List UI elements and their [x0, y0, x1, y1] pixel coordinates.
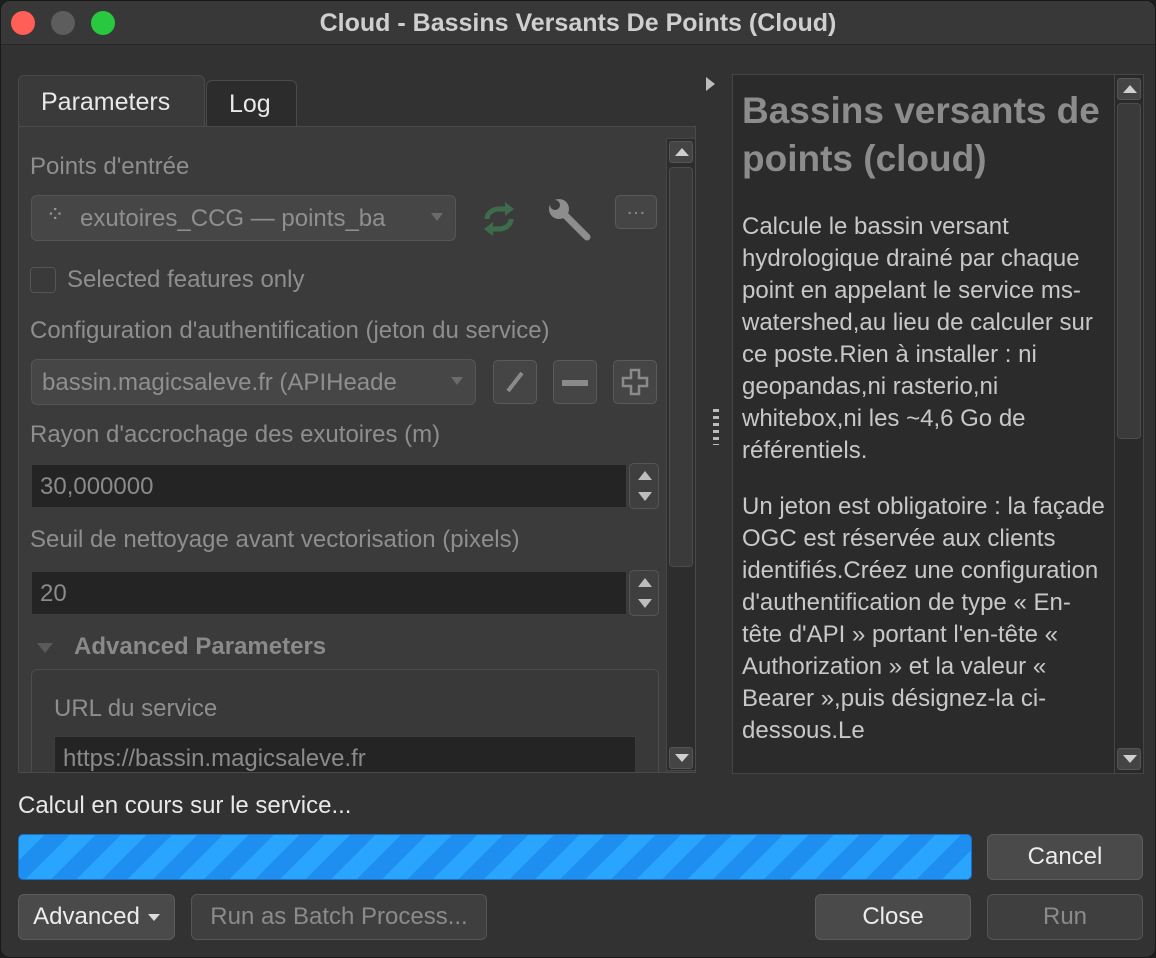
arrow-up-icon [1123, 85, 1137, 93]
input-points-label: Points d'entrée [30, 153, 190, 180]
scrollbar-thumb[interactable] [1117, 103, 1141, 439]
minus-icon [562, 380, 588, 387]
arrow-down-icon [1123, 755, 1137, 763]
service-url-input[interactable]: https://bassin.magicsaleve.fr [54, 736, 636, 772]
cleanup-threshold-stepper[interactable] [629, 570, 659, 616]
cleanup-threshold-label: Seuil de nettoyage avant vectorisation (… [30, 526, 520, 553]
scrollbar-thumb[interactable] [669, 167, 693, 567]
input-points-combo[interactable]: ⁘ exutoires_CCG — points_ba [31, 195, 456, 241]
status-text: Calcul en cours sur le service... [18, 792, 352, 819]
snap-radius-label: Rayon d'accrochage des exutoires (m) [30, 421, 441, 448]
advanced-button-label: Advanced [33, 903, 140, 930]
auth-config-combo[interactable]: bassin.magicsaleve.fr (APIHeade [31, 359, 476, 405]
advanced-parameters-group: URL du service https://bassin.magicsalev… [31, 669, 659, 772]
iterate-icon[interactable] [475, 197, 523, 241]
progress-bar [18, 834, 972, 880]
help-scrollbar[interactable] [1114, 75, 1143, 773]
increment-icon[interactable] [638, 578, 652, 587]
advanced-collapse-icon[interactable] [37, 643, 53, 653]
help-title: Bassins versants de points (cloud) [742, 90, 1100, 179]
point-layer-icon: ⁘ [46, 202, 65, 227]
tab-log[interactable]: Log [206, 80, 297, 126]
arrow-down-icon [675, 754, 689, 762]
help-panel: Bassins versants de points (cloud) Calcu… [732, 74, 1144, 774]
advanced-menu-button[interactable]: Advanced [18, 894, 175, 940]
close-button[interactable]: Close [815, 894, 971, 940]
plus-icon [620, 368, 650, 403]
parameters-scrollbar[interactable] [666, 138, 695, 771]
decrement-icon[interactable] [638, 599, 652, 608]
scroll-up-button[interactable] [1117, 78, 1141, 100]
auth-config-value: bassin.magicsaleve.fr (APIHeade [42, 369, 397, 396]
scroll-up-button[interactable] [669, 141, 693, 163]
scroll-down-button[interactable] [1117, 748, 1141, 770]
decrement-icon[interactable] [638, 492, 652, 501]
title-bar: Cloud - Bassins Versants De Points (Clou… [1, 1, 1155, 45]
input-points-value: exutoires_CCG — points_ba [80, 205, 386, 232]
chevron-down-icon [451, 377, 463, 385]
auth-config-label: Configuration d'authentification (jeton … [30, 317, 550, 344]
window-title: Cloud - Bassins Versants De Points (Clou… [319, 9, 837, 37]
remove-auth-button[interactable] [553, 360, 597, 404]
splitter-handle[interactable] [713, 409, 719, 445]
cancel-button[interactable]: Cancel [987, 834, 1143, 880]
arrow-up-icon [675, 148, 689, 156]
snap-radius-stepper[interactable] [629, 463, 659, 509]
snap-radius-input[interactable]: 30,000000 [31, 464, 627, 508]
tab-parameters[interactable]: Parameters [18, 75, 205, 127]
help-paragraph: Un jeton est obligatoire : la façade OGC… [742, 493, 1105, 744]
collapse-help-icon[interactable] [706, 77, 715, 91]
advanced-parameters-header[interactable]: Advanced Parameters [74, 633, 326, 661]
chevron-down-icon [147, 914, 160, 922]
help-paragraph: Calcule le bassin versant hydrologique d… [742, 213, 1093, 464]
increment-icon[interactable] [638, 471, 652, 480]
run-batch-button[interactable]: Run as Batch Process... [191, 894, 487, 940]
selected-features-checkbox[interactable] [30, 267, 56, 293]
pencil-icon [500, 371, 530, 403]
edit-auth-button[interactable] [493, 360, 537, 404]
selected-features-label: Selected features only [67, 266, 305, 293]
chevron-down-icon [431, 213, 443, 221]
cleanup-threshold-input[interactable]: 20 [31, 571, 627, 615]
parameters-panel: Points d'entrée ⁘ exutoires_CCG — points… [18, 126, 696, 773]
run-button[interactable]: Run [987, 894, 1143, 940]
scroll-down-button[interactable] [669, 747, 693, 769]
add-auth-button[interactable] [613, 360, 657, 404]
service-url-label: URL du service [54, 695, 218, 722]
more-options-button[interactable]: … [615, 195, 657, 229]
dialog-window: Cloud - Bassins Versants De Points (Clou… [0, 0, 1156, 958]
wrench-icon[interactable] [545, 195, 595, 243]
